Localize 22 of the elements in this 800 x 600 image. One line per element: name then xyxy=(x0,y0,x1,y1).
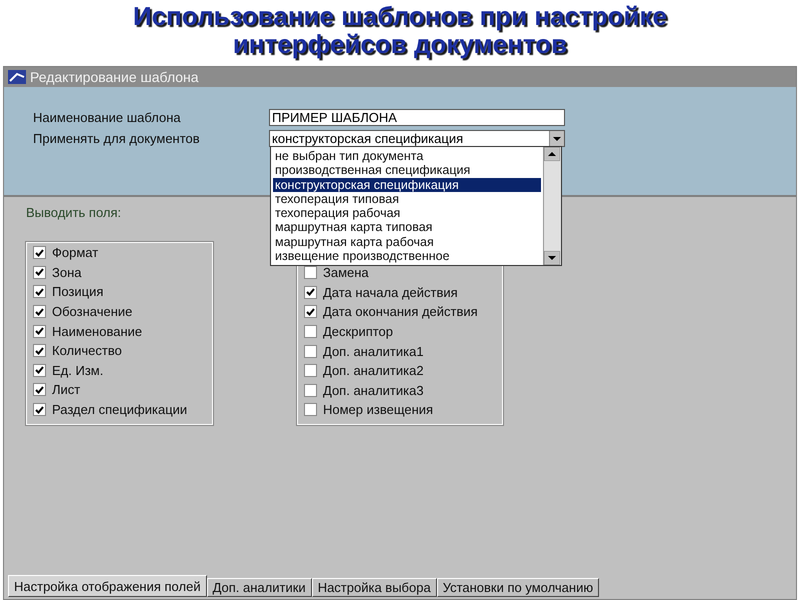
checkbox-label: Раздел спецификации xyxy=(52,402,188,418)
checkbox-label: Замена xyxy=(323,265,369,280)
window-title: Редактирование шаблона xyxy=(30,69,199,85)
field-label: Применять для документов xyxy=(33,130,201,147)
checkbox-label: Количество xyxy=(52,343,122,358)
checkbox-label: Позиция xyxy=(52,284,104,300)
checkbox-label: Ед. Изм. xyxy=(52,362,104,378)
slide-title: Использование шаблонов при настройке интерфейсов документов xyxy=(132,0,668,61)
checkbox-label: Лист xyxy=(52,382,80,398)
checkbox-label: Дескриптор xyxy=(323,324,394,340)
section-label: Выводить поля: xyxy=(26,205,122,220)
field-label: Наименование шаблона xyxy=(33,109,182,126)
checkbox-label: Доп. аналитика3 xyxy=(323,382,424,398)
checkbox-label: Доп. аналитика1 xyxy=(323,344,424,359)
checkbox-label: Доп. аналитика2 xyxy=(323,363,424,378)
checkbox-label: Наименование xyxy=(52,324,142,339)
checkbox-label: Формат xyxy=(52,245,98,260)
checkbox-label: Зона xyxy=(52,264,82,280)
checkbox-label: Обозначение xyxy=(52,304,132,320)
checkbox-label: Дата окончания действия xyxy=(323,304,478,320)
checkbox-label: Номер извещения xyxy=(323,402,434,418)
checkbox-label: Дата начала действия xyxy=(323,284,458,300)
